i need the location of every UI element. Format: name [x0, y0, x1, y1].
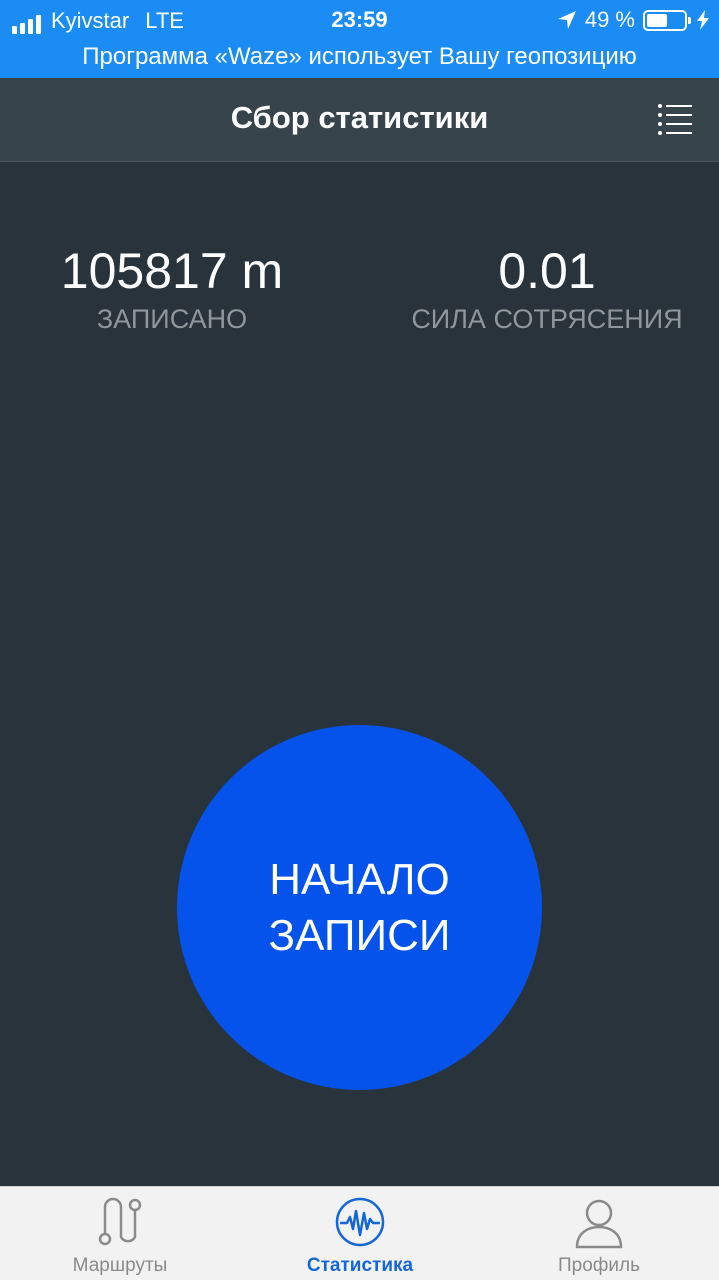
app-screen: Kyivstar LTE 23:59 49 % Программа «Waze»…	[0, 0, 719, 1280]
list-menu-icon	[658, 104, 692, 135]
profile-icon	[575, 1199, 623, 1249]
tab-bar: Маршруты Статистика Профиль	[0, 1186, 719, 1280]
location-arrow-icon	[557, 11, 576, 29]
status-bar: Kyivstar LTE 23:59 49 %	[0, 0, 719, 40]
tab-routes[interactable]: Маршруты	[0, 1187, 240, 1280]
status-right: 49 %	[557, 7, 709, 33]
shake-strength-label: СИЛА СОТРЯСЕНИЯ	[411, 304, 683, 334]
location-usage-banner[interactable]: Программа «Waze» использует Вашу геопози…	[0, 40, 719, 78]
shake-strength-value: 0.01	[498, 243, 596, 299]
app-header: Сбор статистики	[0, 78, 719, 162]
tab-statistics[interactable]: Статистика	[240, 1187, 480, 1280]
shake-strength-stat: 0.01 СИЛА СОТРЯСЕНИЯ	[396, 240, 698, 336]
battery-icon	[643, 9, 691, 31]
tab-routes-label: Маршруты	[72, 1255, 168, 1276]
charging-bolt-icon	[697, 10, 709, 30]
waveform-icon	[335, 1197, 385, 1247]
route-icon	[98, 1197, 142, 1246]
list-menu-button[interactable]	[657, 102, 693, 136]
tab-profile-label: Профиль	[557, 1255, 641, 1276]
battery-percent: 49 %	[584, 7, 635, 32]
recorded-distance-stat: 105817 m ЗАПИСАНО	[20, 240, 324, 336]
start-recording-button[interactable]: НАЧАЛО ЗАПИСИ	[177, 725, 542, 1090]
tab-profile[interactable]: Профиль	[479, 1187, 719, 1280]
recorded-distance-label: ЗАПИСАНО	[96, 304, 248, 334]
recorded-distance-value: 105817 m	[60, 243, 284, 299]
start-recording-label-line1: НАЧАЛО	[269, 854, 450, 904]
page-title: Сбор статистики	[230, 100, 489, 135]
tab-statistics-label: Статистика	[306, 1255, 414, 1276]
start-recording-label-line2: ЗАПИСИ	[268, 910, 451, 960]
